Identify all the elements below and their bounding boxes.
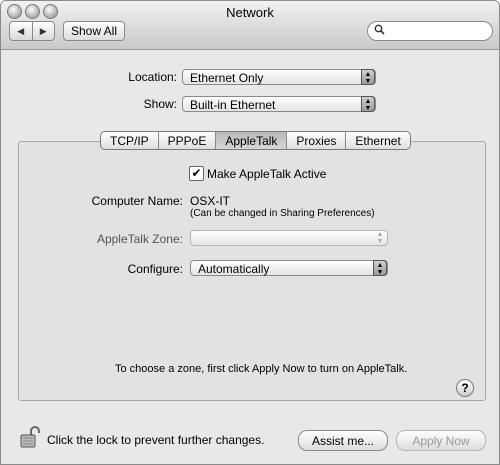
lock-icon[interactable] bbox=[19, 425, 43, 449]
tab-proxies[interactable]: Proxies bbox=[287, 132, 347, 149]
tab-ethernet[interactable]: Ethernet bbox=[346, 132, 409, 149]
appletalk-zone-popup[interactable]: ▲ ▼ bbox=[190, 230, 388, 246]
back-forward-control: ◀ ▶ bbox=[9, 21, 55, 41]
show-value: Built-in Ethernet bbox=[190, 98, 276, 112]
popup-arrows-icon: ▲ ▼ bbox=[361, 69, 375, 85]
apply-now-button[interactable]: Apply Now bbox=[396, 430, 486, 451]
show-all-button[interactable]: Show All bbox=[63, 21, 125, 41]
show-popup[interactable]: Built-in Ethernet ▲ ▼ bbox=[182, 96, 376, 112]
checkmark-icon: ✔ bbox=[191, 166, 202, 180]
popup-arrows-icon: ▲ ▼ bbox=[376, 231, 384, 245]
configure-value: Automatically bbox=[198, 262, 270, 276]
window-title: Network bbox=[226, 5, 274, 20]
computer-name-label: Computer Name: bbox=[91, 194, 183, 208]
back-icon[interactable]: ◀ bbox=[10, 22, 33, 40]
help-button[interactable]: ? bbox=[456, 379, 474, 397]
zone-instruction-text: To choose a zone, first click Apply Now … bbox=[115, 363, 408, 375]
configure-label: Configure: bbox=[127, 262, 183, 276]
location-label: Location: bbox=[128, 70, 177, 84]
configure-popup[interactable]: Automatically ▲ ▼ bbox=[190, 260, 388, 276]
tab-bar: TCP/IP PPPoE AppleTalk Proxies Ethernet bbox=[100, 131, 411, 150]
tab-appletalk[interactable]: AppleTalk bbox=[216, 132, 288, 149]
location-popup[interactable]: Ethernet Only ▲ ▼ bbox=[182, 69, 376, 85]
show-label: Show: bbox=[143, 97, 177, 111]
computer-name-value: OSX-IT bbox=[190, 194, 231, 208]
appletalk-zone-label: AppleTalk Zone: bbox=[96, 232, 183, 246]
magnifier-icon bbox=[374, 24, 385, 38]
popup-arrows-icon: ▲ ▼ bbox=[373, 260, 387, 276]
lock-message: Click the lock to prevent further change… bbox=[47, 433, 265, 447]
search-field[interactable] bbox=[367, 21, 493, 41]
make-appletalk-active-label: Make AppleTalk Active bbox=[207, 167, 327, 181]
location-value: Ethernet Only bbox=[190, 71, 264, 85]
tab-tcpip[interactable]: TCP/IP bbox=[101, 132, 159, 149]
make-appletalk-active-checkbox[interactable]: ✔ bbox=[189, 166, 204, 181]
popup-arrows-icon: ▲ ▼ bbox=[361, 96, 375, 112]
question-mark-icon: ? bbox=[461, 381, 469, 395]
forward-icon[interactable]: ▶ bbox=[33, 22, 55, 40]
tab-pppoe[interactable]: PPPoE bbox=[159, 132, 217, 149]
computer-name-hint: (Can be changed in Sharing Preferences) bbox=[190, 208, 375, 219]
network-preferences-window: Network ◀ ▶ Show All Location: Ethernet … bbox=[0, 0, 500, 465]
title-bar: Network ◀ ▶ Show All bbox=[1, 1, 499, 50]
assist-me-button[interactable]: Assist me... bbox=[298, 430, 388, 451]
